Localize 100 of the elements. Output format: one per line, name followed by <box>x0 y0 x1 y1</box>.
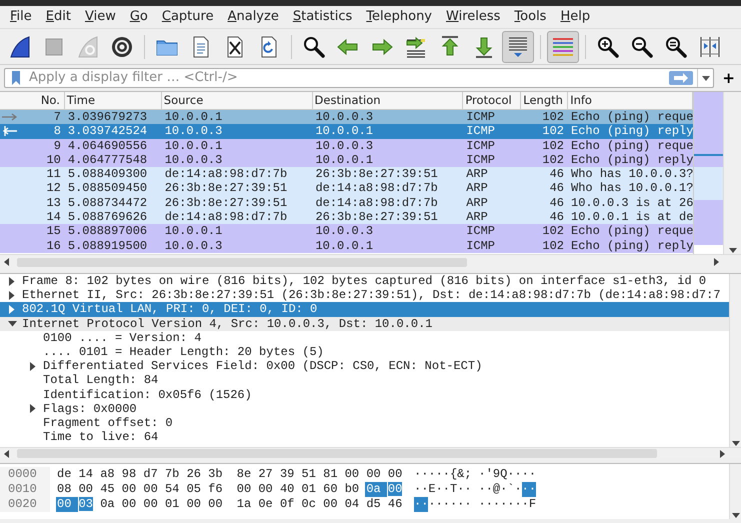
column-header[interactable]: Source <box>162 92 313 109</box>
column-header[interactable]: No. <box>0 92 65 109</box>
menu-item[interactable]: Capture <box>154 7 221 27</box>
hex-byte[interactable]: 0a <box>99 497 121 512</box>
scroll-left-icon[interactable] <box>3 258 9 266</box>
detail-row[interactable]: Differentiated Services Field: 0x00 (DSCP: CS0, ECN: Not-ECT) <box>0 359 729 374</box>
ascii-char[interactable]: T <box>450 482 458 497</box>
add-filter-button[interactable]: + <box>720 69 737 87</box>
filter-field[interactable]: Apply a display filter … <Ctrl-/> <box>4 68 714 88</box>
vertical-scrollbar[interactable] <box>723 92 741 254</box>
menu-item[interactable]: Edit <box>38 7 78 27</box>
expand-arrow-icon[interactable] <box>30 362 36 371</box>
hex-byte[interactable]: 00 <box>142 482 164 497</box>
column-header[interactable]: Info <box>568 92 693 109</box>
ascii-char[interactable]: ' <box>486 467 493 482</box>
hex-byte[interactable]: de <box>56 467 78 482</box>
hex-byte[interactable]: 40 <box>278 482 301 497</box>
hex-byte[interactable]: 00 <box>120 497 142 512</box>
detail-row[interactable]: .... 0101 = Header Length: 20 bytes (5) <box>0 344 729 360</box>
hex-byte[interactable]: 1a <box>236 497 258 512</box>
ascii-char[interactable]: · <box>492 497 500 512</box>
ascii-char[interactable]: · <box>514 497 522 512</box>
detail-row[interactable]: Internet Protocol Version 4, Src: 10.0.0.3, Dst: 10.0.0.1 <box>0 316 729 331</box>
menu-item[interactable]: Help <box>553 7 598 27</box>
ascii-char[interactable]: · <box>421 482 428 497</box>
menu-item[interactable]: Telephony <box>359 7 440 27</box>
hex-byte[interactable]: 00 <box>186 497 208 512</box>
packet-row[interactable]: 16 5.088919500 10.0.0.3 10.0.0.1 ICMP 102 Echo (ping) reply <box>0 238 693 253</box>
ascii-char[interactable]: · <box>522 482 529 497</box>
hex-byte[interactable]: 00 <box>78 482 100 497</box>
hex-byte[interactable]: 00 <box>56 497 78 512</box>
ascii-char[interactable]: · <box>514 482 522 497</box>
ascii-char[interactable]: · <box>507 467 514 482</box>
ascii-char[interactable]: ; <box>464 467 472 482</box>
menu-item[interactable]: Statistics <box>286 7 360 27</box>
ascii-char[interactable]: · <box>522 467 529 482</box>
hex-byte[interactable]: d5 <box>365 497 387 512</box>
column-header[interactable]: Length <box>521 92 568 109</box>
column-header[interactable]: Time <box>64 92 162 109</box>
ascii-char[interactable]: · <box>442 482 450 497</box>
expand-arrow-icon[interactable] <box>9 276 15 286</box>
column-header[interactable]: Protocol <box>463 92 522 109</box>
scroll-right-icon[interactable] <box>714 258 720 266</box>
ascii-char[interactable]: · <box>457 482 464 497</box>
hex-byte[interactable]: 0a <box>365 482 387 497</box>
ascii-char[interactable]: · <box>428 497 436 512</box>
hex-byte[interactable]: 00 <box>257 482 279 497</box>
hex-byte[interactable]: 46 <box>386 497 408 512</box>
ascii-char[interactable]: · <box>442 497 450 512</box>
ascii-char[interactable]: · <box>478 467 486 482</box>
hex-byte[interactable]: f6 <box>207 482 229 497</box>
auto-scroll-button[interactable] <box>502 30 534 62</box>
menu-item[interactable]: View <box>78 7 123 27</box>
colorize-button[interactable] <box>547 30 579 62</box>
ascii-char[interactable]: · <box>528 467 536 482</box>
ascii-char[interactable]: E <box>428 482 436 497</box>
detail-row[interactable]: Identification: 0x05f6 (1526) <box>0 388 729 402</box>
hex-byte[interactable]: 54 <box>164 482 186 497</box>
ascii-char[interactable]: · <box>464 497 472 512</box>
scroll-down-icon[interactable] <box>732 513 740 519</box>
detail-row[interactable]: Time to live: 64 <box>0 430 729 444</box>
ascii-char[interactable]: · <box>442 467 450 482</box>
ascii-char[interactable]: · <box>457 497 464 512</box>
expand-arrow-icon[interactable] <box>30 404 36 414</box>
ascii-char[interactable]: · <box>436 482 443 497</box>
hex-byte[interactable]: 98 <box>120 467 142 482</box>
hex-byte[interactable]: 8e <box>236 467 258 482</box>
ascii-char[interactable]: · <box>507 497 514 512</box>
packet-row[interactable]: 7 3.039679273 10.0.0.1 10.0.0.3 ICMP 102 Echo (ping) reque <box>0 110 693 124</box>
menu-item[interactable]: Go <box>122 7 155 27</box>
detail-row[interactable]: Flags: 0x0000 <box>0 402 729 416</box>
ascii-char[interactable]: @ <box>492 482 500 497</box>
vertical-scrollbar[interactable] <box>729 464 741 519</box>
horizontal-scrollbar[interactable] <box>0 447 741 459</box>
horizontal-scrollbar[interactable] <box>0 254 741 269</box>
filter-input[interactable]: Apply a display filter … <Ctrl-/> <box>25 69 670 87</box>
ascii-char[interactable]: · <box>436 467 443 482</box>
ascii-char[interactable]: · <box>486 482 493 497</box>
hex-byte[interactable]: d7 <box>142 467 164 482</box>
hex-byte[interactable]: 3b <box>207 467 229 482</box>
hex-byte[interactable]: 60 <box>322 482 344 497</box>
menu-item[interactable]: Wireless <box>439 7 508 27</box>
ascii-char[interactable]: · <box>436 497 443 512</box>
hex-byte[interactable]: 14 <box>78 467 100 482</box>
hex-byte[interactable]: 05 <box>186 482 208 497</box>
hex-byte[interactable]: 51 <box>300 467 322 482</box>
ascii-char[interactable]: · <box>464 482 472 497</box>
packet-row[interactable]: 14 5.088769626 de:14:a8:98:d7:7b 26:3b:8e:27:39:51 ARP 46 10.0.0.1 is at de <box>0 210 693 224</box>
hex-byte[interactable]: 26 <box>186 467 208 482</box>
bookmark-icon[interactable] <box>9 70 23 86</box>
detail-row[interactable]: Fragment offset: 0 <box>0 416 729 430</box>
detail-row[interactable]: Total Length: 84 <box>0 373 729 388</box>
ascii-char[interactable]: Q <box>500 467 508 482</box>
hex-byte[interactable]: 00 <box>142 497 164 512</box>
ascii-char[interactable]: · <box>522 497 529 512</box>
ascii-char[interactable]: · <box>486 497 493 512</box>
hex-byte[interactable]: 01 <box>164 497 186 512</box>
ascii-char[interactable]: · <box>478 497 486 512</box>
ascii-char[interactable]: · <box>421 497 428 512</box>
packet-row[interactable]: 9 4.064690556 10.0.0.1 10.0.0.3 ICMP 102 Echo (ping) reque <box>0 138 693 153</box>
